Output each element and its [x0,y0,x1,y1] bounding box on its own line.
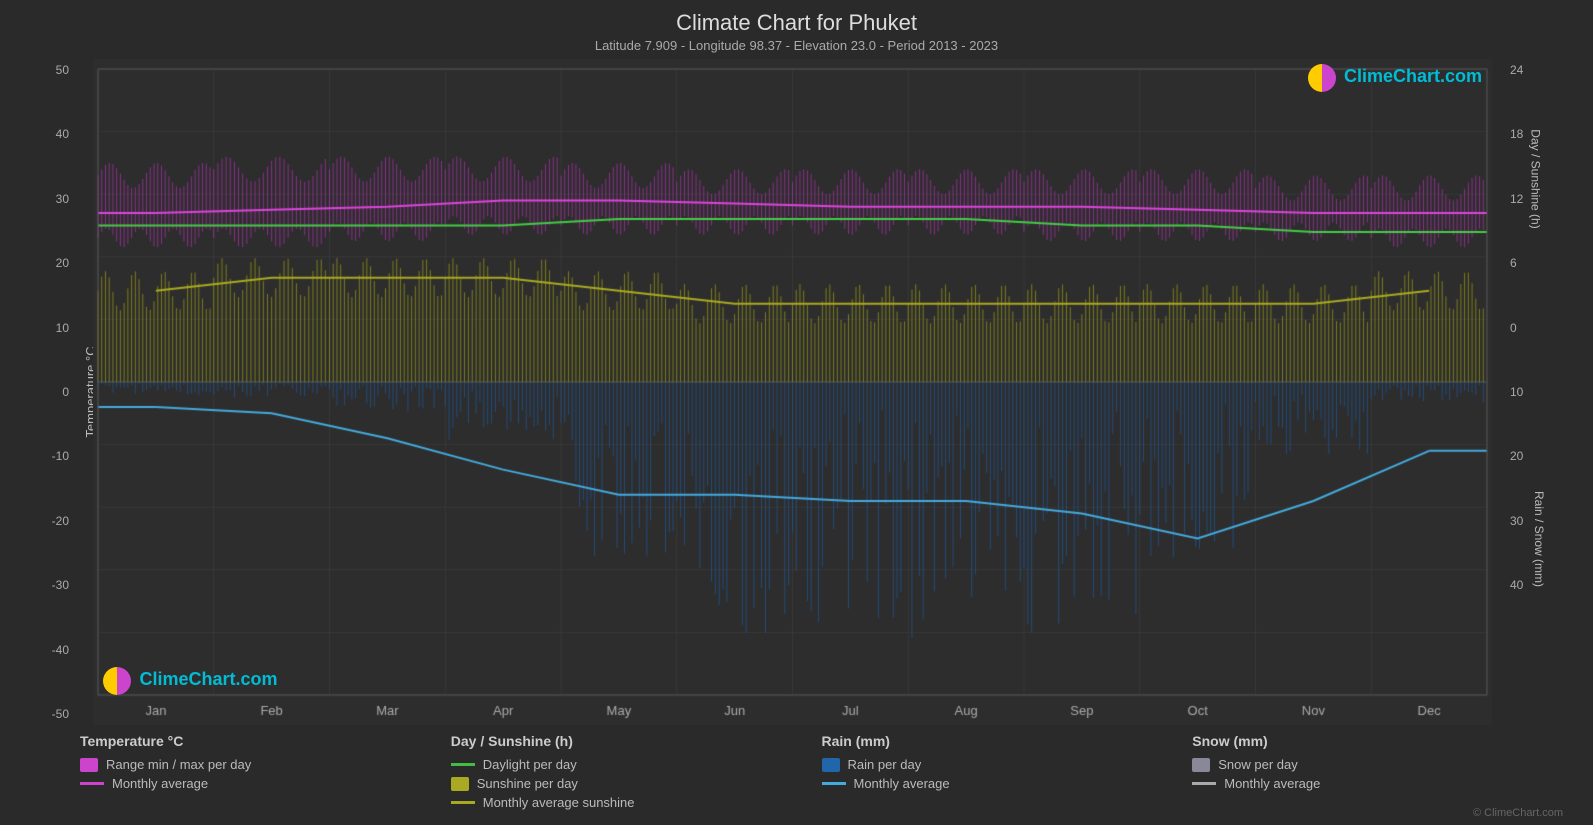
legend-title-rain: Rain (mm) [822,733,1193,749]
logo-text-bl: ClimeChart.com [139,669,277,689]
legend-line-snow-avg [1192,782,1216,785]
y-tick-10: 10 [20,321,69,335]
legend-col-temperature: Temperature °C Range min / max per day M… [80,733,451,819]
y-axis-right-spacer [1492,59,1506,725]
legend-col-sunshine: Day / Sunshine (h) Daylight per day Suns… [451,733,822,819]
y-axis-left-label-container: Temperature °C [75,59,93,725]
legend-title-sunshine: Day / Sunshine (h) [451,733,822,749]
y-tick-0: 0 [20,385,69,399]
y-tick-neg40: -40 [20,643,69,657]
legend-item-temp-range: Range min / max per day [80,757,451,772]
legend-item-sunshine-swatch: Sunshine per day [451,776,822,791]
legend-label-sunshine-avg: Monthly average sunshine [483,795,635,810]
legend-label-daylight: Daylight per day [483,757,577,772]
legend-label-temp-range: Range min / max per day [106,757,251,772]
chart-title: Climate Chart for Phuket [20,10,1573,36]
legend-col-snow: Snow (mm) Snow per day Monthly average ©… [1192,733,1563,819]
y-axis-right-bottom-label: Rain / Snow (mm) [1532,491,1546,587]
legend-item-temp-avg: Monthly average [80,776,451,791]
legend-col-rain: Rain (mm) Rain per day Monthly average [822,733,1193,819]
legend-swatch-rain [822,758,840,772]
watermark-text: © ClimeChart.com [1192,807,1563,819]
legend-swatch-sunshine [451,777,469,791]
chart-subtitle: Latitude 7.909 - Longitude 98.37 - Eleva… [20,38,1573,53]
chart-inner: ClimeChart.com ClimeChart.com [93,59,1492,725]
legend-label-rain-avg: Monthly average [854,776,950,791]
y-right-tick-20: 20 [1510,449,1551,463]
legend-line-sunshine-avg [451,801,475,804]
y-right-tick-6: 6 [1510,256,1551,270]
legend-swatch-snow [1192,758,1210,772]
logo-circle-bl [103,667,131,695]
y-tick-40: 40 [20,127,69,141]
y-tick-neg50: -50 [20,707,69,721]
y-tick-neg30: -30 [20,578,69,592]
legend-item-rain-swatch: Rain per day [822,757,1193,772]
watermark-logo-top-right: ClimeChart.com [1308,64,1483,92]
legend-item-snow-avg: Monthly average [1192,776,1563,791]
y-right-tick-24: 24 [1510,63,1551,77]
main-chart-canvas [93,59,1492,725]
legend-title-temperature: Temperature °C [80,733,451,749]
legend-swatch-temp-range [80,758,98,772]
legend-item-snow-swatch: Snow per day [1192,757,1563,772]
legend-line-rain-avg [822,782,846,785]
legend-label-sunshine-swatch: Sunshine per day [477,776,578,791]
y-right-tick-10: 10 [1510,385,1551,399]
chart-area: 50 40 30 20 10 0 -10 -20 -30 -40 -50 Tem… [20,59,1573,725]
y-axis-right-labels-container: Day / Sunshine (h) Rain / Snow (mm) [1551,59,1573,725]
watermark-logo-bottom-left: ClimeChart.com [103,667,278,695]
legend-label-rain-swatch: Rain per day [848,757,922,772]
y-tick-20: 20 [20,256,69,270]
legend-area: Temperature °C Range min / max per day M… [20,725,1573,825]
legend-item-rain-avg: Monthly average [822,776,1193,791]
y-tick-30: 30 [20,192,69,206]
legend-title-snow: Snow (mm) [1192,733,1563,749]
y-tick-neg20: -20 [20,514,69,528]
y-tick-50: 50 [20,63,69,77]
legend-label-snow-avg: Monthly average [1224,776,1320,791]
y-axis-left: 50 40 30 20 10 0 -10 -20 -30 -40 -50 [20,59,75,725]
logo-text-tr: ClimeChart.com [1344,66,1482,86]
legend-label-temp-avg: Monthly average [112,776,208,791]
legend-label-snow-swatch: Snow per day [1218,757,1298,772]
legend-item-daylight: Daylight per day [451,757,822,772]
logo-circle-tr [1308,64,1336,92]
legend-line-daylight [451,763,475,766]
y-axis-right-top-label: Day / Sunshine (h) [1528,129,1542,228]
y-right-tick-0: 0 [1510,321,1551,335]
y-tick-neg10: -10 [20,449,69,463]
legend-line-temp-avg [80,782,104,785]
main-container: Climate Chart for Phuket Latitude 7.909 … [0,0,1593,825]
legend-item-sunshine-avg: Monthly average sunshine [451,795,822,810]
